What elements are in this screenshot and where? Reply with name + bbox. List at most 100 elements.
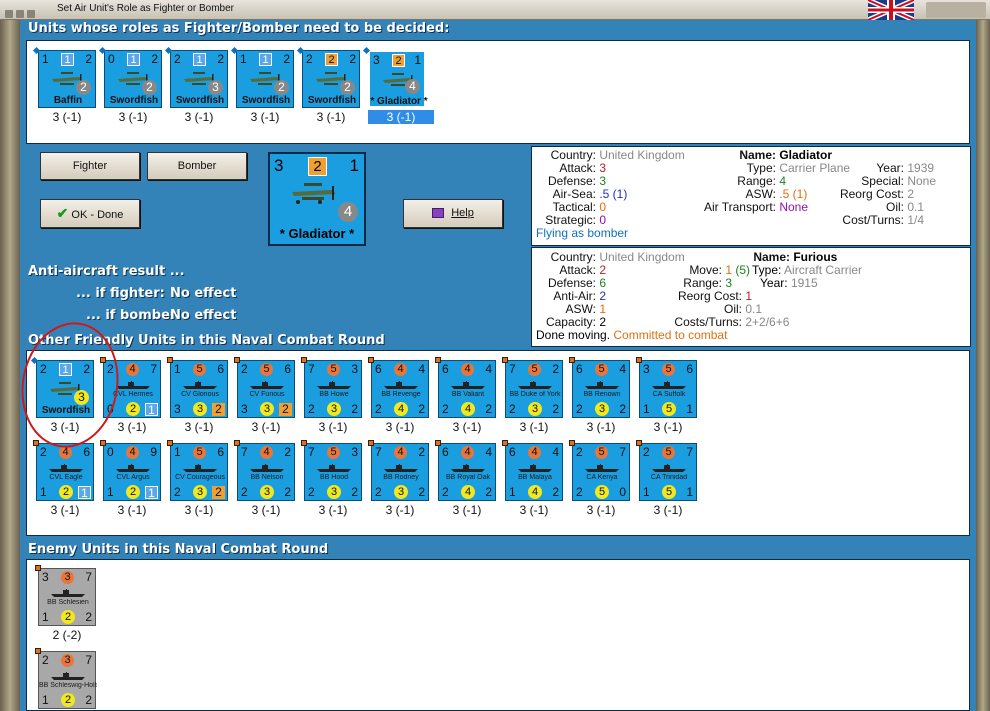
unit-name: CA Trinidad [650,474,688,481]
unit-attack-value: 2 [576,445,583,459]
window-controls[interactable] [926,2,986,18]
unit-marker-icon [502,357,508,363]
unit-defense-value: 2 [552,362,559,376]
unit-strength-label: 3 (-1) [519,503,549,517]
unit-attack-value: 1 [174,362,181,376]
carrier-type: Aircraft Carrier [784,263,863,277]
ship-unit-counter[interactable]: 3 5 6 CA Suffolk 1 5 1 [639,360,697,418]
carrier-defense: 6 [599,276,607,290]
fighter-button[interactable]: Fighter [40,152,140,180]
unit-name: Swordfish [175,95,225,106]
ship-unit-counter[interactable]: 7 5 2 BB Duke of York 2 3 2 [505,360,563,418]
air-unit-counter[interactable]: 3 2 1 4 * Gladiator * [368,50,428,108]
ship-unit-counter[interactable]: 1 5 6 CV Courageous 2 3 2 [170,443,228,501]
ship-unit-counter[interactable]: 2 5 7 CA Kenya 2 5 0 [572,443,630,501]
unit-center-value: 2 [325,53,338,66]
unit-bottom-right-value: 2 [279,403,292,416]
unit-bottom-left-value: 3 [241,402,248,416]
unit-bottom-center-value: 3 [528,402,542,416]
air-unit-counter[interactable]: 2 2 2 2 Swordfish [302,50,360,108]
ship-unit-counter[interactable]: 2 4 6 CVL Eagle 1 2 1 [36,443,94,501]
unit-defense-value: 4 [619,362,626,376]
bomber-button[interactable]: Bomber [147,152,247,180]
ship-unit-counter[interactable]: 3 3 7 BB Schlesien 1 2 2 [38,568,96,626]
unit-defense-value: 2 [151,52,158,66]
warship-icon [384,464,418,472]
unit-attack-value: 1 [174,445,181,459]
warship-icon [585,464,619,472]
unit-strength-label: 3 (-1) [318,420,348,434]
aircraft-status: Flying as bomber [536,226,629,240]
unit-center-value: 5 [595,363,608,376]
unit-center-value: 1 [127,53,140,66]
air-unit-counter[interactable]: 1 1 2 2 Swordfish [236,50,294,108]
carrier-year: 1915 [790,276,818,290]
unit-attack-value: 0 [108,52,115,66]
unit-bottom-right-value: 2 [485,485,492,499]
unit-attack-value: 2 [643,445,650,459]
unit-defense-value: 7 [150,362,157,376]
unit-name: BB Nelson [250,474,284,481]
unit-strength-label: 3 (-1) [50,503,80,517]
unit-center-value: 5 [327,446,340,459]
ship-unit-counter[interactable]: 2 5 6 CV Furious 3 3 2 [237,360,295,418]
ship-unit-counter[interactable]: 7 5 3 BB Hood 2 3 2 [304,443,362,501]
unit-defense-value: 3 [351,445,358,459]
aircraft-air-transport: None [779,200,809,214]
unit-strength-label: 3 (-1) [184,420,214,434]
unit-bottom-right-value: 2 [485,402,492,416]
unit-bottom-right-value: 2 [85,693,92,707]
unit-bottom-right-value: 2 [212,486,225,499]
unit-center-value: 1 [259,53,272,66]
ok-done-button[interactable]: ✔ OK - Done [40,199,140,228]
aircraft-cost: 1/4 [907,213,925,227]
air-unit-counter[interactable]: 0 1 2 2 Swordfish [104,50,162,108]
unit-bottom-center-value: 3 [193,485,207,499]
ship-unit-counter[interactable]: 2 5 7 CA Trinidad 1 5 1 [639,443,697,501]
unit-marker-icon [35,648,41,654]
unit-strength-label: 3 (-1) [52,110,82,124]
ship-unit-counter[interactable]: 6 4 4 BB Revenge 2 4 2 [371,360,429,418]
air-unit-counter[interactable]: 2 1 2 3 Swordfish [170,50,228,108]
unit-bottom-center-value: 4 [461,485,475,499]
unit-attack-value: 6 [509,445,516,459]
unit-defense-value: 4 [552,445,559,459]
aa-bomber-result: No effect [170,308,237,323]
enemy-units-panel [26,559,970,711]
aircraft-defense: 3 [599,174,607,188]
ship-unit-counter[interactable]: 6 4 4 BB Malaya 1 4 2 [505,443,563,501]
unit-bottom-center-value: 3 [394,485,408,499]
unit-center-value: 4 [126,363,139,376]
ship-unit-counter[interactable]: 6 4 4 BB Valiant 2 4 2 [438,360,496,418]
carrier-type-label: Type: [752,263,782,277]
ship-unit-counter[interactable]: 237BB Schleswig-Holstein122 [38,651,97,709]
unit-center-value: 4 [461,363,474,376]
ok-done-label: OK - Done [71,209,124,221]
ship-unit-counter[interactable]: 7 4 2 BB Nelson 2 3 2 [237,443,295,501]
ship-unit-counter[interactable]: 0 4 9 CVL Argus 1 2 1 [103,443,161,501]
aircraft-strategic: 0 [599,213,607,227]
window-menu-icon[interactable] [5,5,45,18]
air-unit-counter[interactable]: 1 1 2 2 Baffin [38,50,96,108]
unit-marker-icon [234,440,240,446]
unit-marker-icon [368,440,374,446]
ship-unit-counter[interactable]: 7 5 3 BB Howe 2 3 2 [304,360,362,418]
help-button[interactable]: Help [403,199,503,228]
cost-label: Cost/Turns: [842,213,904,227]
biplane-icon [292,183,336,204]
ship-unit-counter[interactable]: 1 5 6 CV Glorious 3 3 2 [170,360,228,418]
unit-bottom-left-value: 1 [107,485,114,499]
aircraft-tactical: 0 [599,200,607,214]
unit-bottom-left-value: 2 [375,485,382,499]
carrier-info-panel: Country: United Kingdom Attack: 2 Defens… [531,247,971,347]
unit-strength-label: 3 (-1) [385,503,415,517]
unit-range-value: 3 [208,80,223,95]
aircraft-special: None [907,174,937,188]
unit-attack-value: 7 [241,445,248,459]
aircraft-country: United Kingdom [599,148,685,162]
selected-unit-name: * Gladiator * [279,226,355,241]
ship-unit-counter[interactable]: 6 5 4 BB Renown 2 3 2 [572,360,630,418]
ship-unit-counter[interactable]: 6 4 4 BB Royal Oak 2 4 2 [438,443,496,501]
unit-strength-label: 3 (-1) [452,420,482,434]
ship-unit-counter[interactable]: 7 4 2 BB Rodney 2 3 2 [371,443,429,501]
